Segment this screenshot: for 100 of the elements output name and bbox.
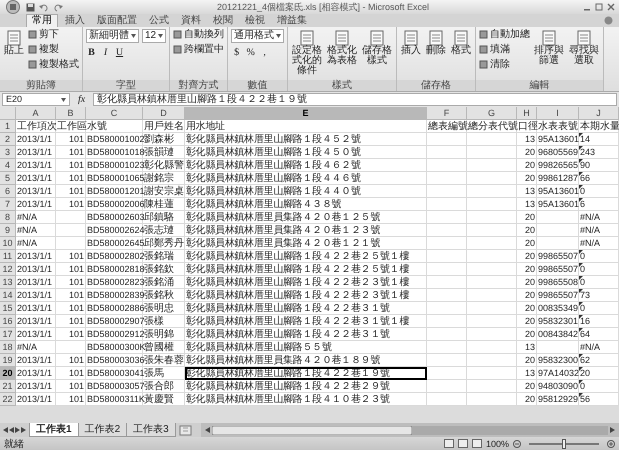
sheet-tab[interactable]: 工作表1 [29, 423, 79, 437]
row-header[interactable]: 17 [0, 328, 16, 341]
ribbon-button[interactable]: 跨欄置中 [173, 44, 224, 55]
column-header[interactable]: G [467, 107, 517, 120]
ribbon-tab[interactable]: 版面配置 [92, 15, 142, 27]
insert-function-button[interactable]: fx [74, 94, 90, 105]
column-header[interactable]: F [427, 107, 467, 120]
empty-cell[interactable] [537, 224, 579, 237]
empty-cell[interactable] [467, 172, 517, 185]
column-header[interactable]: J [579, 107, 619, 120]
sheet-tab[interactable]: 工作表2 [78, 423, 128, 437]
page-break-icon[interactable] [472, 439, 482, 448]
ribbon-button[interactable]: 貼上 [3, 29, 25, 57]
empty-cell[interactable] [467, 198, 517, 211]
save-icon[interactable] [26, 2, 35, 12]
ribbon-tab[interactable]: 增益集 [272, 15, 312, 27]
scroll-left-arrow-icon[interactable] [204, 427, 210, 433]
empty-cell[interactable] [427, 354, 467, 367]
column-header[interactable]: I [537, 107, 579, 120]
empty-cell[interactable] [467, 367, 517, 380]
ribbon-button[interactable]: 剪下 [28, 29, 59, 40]
format-button[interactable]: $ [231, 47, 242, 59]
ribbon-tab[interactable]: 檢視 [240, 15, 270, 27]
row-header[interactable]: 13 [0, 276, 16, 289]
empty-cell[interactable] [467, 380, 517, 393]
empty-cell[interactable] [56, 224, 86, 237]
empty-cell[interactable] [537, 341, 579, 354]
row-header[interactable]: 15 [0, 302, 16, 315]
row-header[interactable]: 1 [0, 120, 16, 133]
ribbon-button[interactable]: 設定格式化的條件 [291, 29, 324, 77]
ribbon-button[interactable]: 複製格式 [28, 59, 79, 70]
ribbon-tab[interactable]: 常用 [26, 14, 58, 27]
horizontal-scrollbar[interactable] [200, 423, 619, 437]
column-header[interactable]: B [56, 107, 86, 120]
maximize-icon[interactable] [595, 3, 603, 11]
column-header[interactable]: H [517, 107, 537, 120]
name-box[interactable]: E20 [2, 93, 70, 106]
ribbon-button[interactable]: 排序與篩選 [533, 29, 566, 67]
empty-cell[interactable] [427, 315, 467, 328]
empty-cell[interactable] [427, 263, 467, 276]
format-button[interactable]: , [259, 47, 270, 59]
ribbon-button[interactable]: 自動換列 [173, 29, 224, 40]
column-header[interactable]: D [143, 107, 185, 120]
row-header[interactable]: 20 [0, 367, 16, 380]
empty-cell[interactable] [467, 185, 517, 198]
row-header[interactable]: 4 [0, 159, 16, 172]
ribbon-button[interactable]: 複製 [28, 44, 59, 55]
zoom-slider-thumb[interactable] [562, 438, 566, 448]
row-header[interactable]: 7 [0, 198, 16, 211]
empty-cell[interactable] [467, 315, 517, 328]
row-header[interactable]: 22 [0, 393, 16, 406]
format-button[interactable]: B [86, 47, 97, 59]
ribbon-button[interactable]: 格式化為表格 [326, 29, 358, 67]
empty-cell[interactable] [467, 341, 517, 354]
format-button[interactable]: I [100, 47, 111, 59]
empty-cell[interactable] [427, 198, 467, 211]
dropdown[interactable]: 通用格式 [231, 29, 284, 43]
ribbon-tab[interactable]: 校閱 [208, 15, 238, 27]
row-header[interactable]: 10 [0, 237, 16, 250]
empty-cell[interactable] [56, 211, 86, 224]
empty-cell[interactable] [427, 133, 467, 146]
row-header[interactable]: 11 [0, 250, 16, 263]
empty-cell[interactable] [467, 328, 517, 341]
ribbon-tab[interactable]: 公式 [144, 15, 174, 27]
ribbon-button[interactable]: 尋找與選取 [568, 29, 600, 67]
close-icon[interactable] [607, 3, 615, 11]
empty-cell[interactable] [427, 237, 467, 250]
column-header[interactable]: A [16, 107, 56, 120]
office-button-icon[interactable] [4, 0, 22, 14]
ribbon-button[interactable]: 自動加總 [479, 29, 530, 40]
select-all-button[interactable] [0, 107, 16, 120]
ribbon-button[interactable]: 刪除 [425, 29, 448, 57]
sheet-tab[interactable]: 工作表3 [126, 423, 176, 437]
ribbon-button[interactable]: 儲存格樣式 [361, 29, 394, 67]
empty-cell[interactable] [467, 133, 517, 146]
ribbon-button[interactable]: 填滿 [479, 44, 510, 55]
empty-cell[interactable] [537, 211, 579, 224]
ribbon-tab[interactable]: 插入 [60, 15, 90, 27]
empty-cell[interactable] [467, 237, 517, 250]
zoom-level[interactable]: 100% [486, 438, 509, 448]
insert-sheet-icon[interactable] [178, 424, 193, 436]
ribbon-button[interactable]: 格式 [450, 29, 472, 57]
empty-cell[interactable] [467, 211, 517, 224]
empty-cell[interactable] [467, 302, 517, 315]
row-header[interactable]: 9 [0, 224, 16, 237]
empty-cell[interactable] [427, 289, 467, 302]
empty-cell[interactable] [427, 250, 467, 263]
format-button[interactable]: % [245, 47, 256, 59]
formula-field[interactable]: 彰化縣員林鎮林厝里山腳路１段４２２巷１９號 [93, 93, 617, 106]
dropdown[interactable]: 12 [142, 29, 166, 43]
empty-cell[interactable] [427, 276, 467, 289]
ribbon-button[interactable]: 插入 [400, 29, 422, 57]
format-button[interactable]: U [114, 47, 125, 59]
undo-icon[interactable] [39, 2, 49, 12]
empty-cell[interactable] [56, 237, 86, 250]
empty-cell[interactable] [467, 289, 517, 302]
row-header[interactable]: 5 [0, 172, 16, 185]
empty-cell[interactable] [427, 159, 467, 172]
empty-cell[interactable] [427, 185, 467, 198]
empty-cell[interactable] [427, 380, 467, 393]
